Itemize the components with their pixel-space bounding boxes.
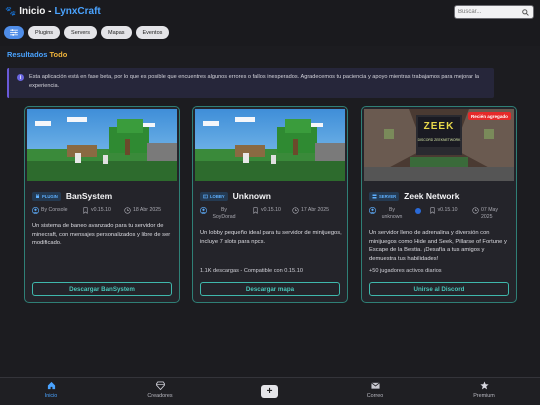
card-title: BanSystem: [65, 191, 113, 201]
title-prefix: Inicio -: [19, 6, 52, 17]
paw-icon: 🐾: [5, 6, 17, 16]
card-version: v0.15.10: [414, 207, 472, 214]
verified-icon: [414, 208, 421, 214]
chip-servers[interactable]: Servers: [64, 26, 97, 39]
card-unknown[interactable]: LOBBY Unknown By SoyDorad v0.15.10 17 Ab…: [192, 106, 348, 303]
card-meta: By unknown v0.15.10 07 May 2025: [369, 207, 509, 221]
card-description: Un sistema de baneo avanzado para tu ser…: [32, 223, 171, 246]
card-author: By unknown: [369, 207, 415, 221]
gem-icon: [155, 381, 165, 390]
plus-icon: +: [266, 386, 273, 397]
card-thumbnail: [195, 109, 345, 181]
app-title[interactable]: 🐾 Inicio - LynxCraft: [5, 6, 101, 17]
sign-subtext: DISCORD ZEEKNETWORK: [417, 138, 461, 142]
bookmark-icon: [83, 207, 88, 214]
card-author: By SoyDorad: [200, 207, 252, 221]
chip-plugins[interactable]: Plugins: [28, 26, 61, 39]
card-date: 18 Abr 2025: [124, 207, 161, 214]
filter-button[interactable]: [4, 26, 24, 39]
nav-inicio[interactable]: Inicio: [21, 381, 81, 399]
card-tag-label: SERVER: [379, 193, 397, 199]
download-map-button[interactable]: Descargar mapa: [200, 282, 340, 296]
plug-icon: [36, 193, 39, 198]
beta-notice: i Esta aplicación está en fase beta, por…: [7, 68, 494, 98]
new-badge: Recién agregado: [467, 112, 511, 120]
category-chips: Plugins Servers Mapas Eventos: [4, 26, 170, 39]
results-heading: Resultados Todo: [7, 50, 67, 59]
card-extra-info: 1.1K descargas - Compatible con 0.15.10: [200, 268, 303, 274]
card-title: Unknown: [232, 191, 271, 201]
card-description: Un lobby pequeño ideal para tu servidor …: [200, 230, 342, 245]
user-icon: [200, 207, 207, 214]
card-meta: By Console v0.15.10 18 Abr 2025: [32, 207, 172, 214]
download-bansystem-button[interactable]: Descargar BanSystem: [32, 282, 172, 296]
info-icon: i: [17, 74, 24, 81]
user-icon: [369, 207, 376, 214]
card-header: PLUGIN BanSystem: [32, 191, 112, 201]
user-icon: [32, 207, 39, 214]
nav-correo[interactable]: Correo: [345, 381, 405, 399]
bookmark-icon: [253, 207, 258, 214]
search-box[interactable]: [454, 5, 534, 19]
title-brand: LynxCraft: [54, 6, 101, 17]
add-button[interactable]: +: [261, 385, 278, 398]
chip-mapas[interactable]: Mapas: [101, 26, 132, 39]
card-tag: PLUGIN: [32, 191, 61, 201]
chip-eventos[interactable]: Eventos: [135, 26, 170, 39]
sliders-icon: [10, 29, 18, 36]
search-icon[interactable]: [519, 6, 531, 18]
card-version: v0.15.10: [252, 207, 292, 214]
card-meta: By SoyDorad v0.15.10 17 Abr 2025: [200, 207, 340, 221]
clock-icon: [292, 207, 299, 214]
card-thumbnail: ZEEK DISCORD ZEEKNETWORK Recién agregado: [364, 109, 514, 181]
results-filter: Todo: [49, 50, 68, 59]
star-icon: [479, 381, 489, 390]
card-date: 07 May 2025: [472, 207, 509, 221]
join-discord-button[interactable]: Unirse al Discord: [369, 282, 509, 296]
server-icon: [372, 194, 377, 198]
home-icon: [47, 381, 55, 390]
clock-icon: [472, 207, 479, 214]
card-date: 17 Abr 2025: [292, 207, 329, 214]
clock-icon: [124, 207, 131, 214]
bookmark-icon: [429, 207, 435, 214]
card-author: By Console: [32, 207, 82, 214]
search-input[interactable]: [455, 6, 519, 18]
card-bansystem[interactable]: PLUGIN BanSystem By Console v0.15.10 18 …: [24, 106, 180, 303]
nav-creadores[interactable]: Creadores: [130, 381, 190, 399]
bottom-nav: Inicio Creadores + Correo Premium: [0, 377, 540, 405]
card-thumbnail: [27, 109, 177, 181]
nav-premium[interactable]: Premium: [454, 381, 514, 399]
card-header: SERVER Zeek Network: [369, 191, 459, 201]
card-tag-label: LOBBY: [210, 193, 225, 199]
card-description: Un servidor lleno de adrenalina y divers…: [369, 230, 507, 262]
card-zeek-network[interactable]: ZEEK DISCORD ZEEKNETWORK Recién agregado…: [361, 106, 517, 303]
card-tag-label: PLUGIN: [42, 193, 58, 199]
sign-text: ZEEK: [423, 121, 455, 132]
card-title: Zeek Network: [404, 191, 460, 201]
map-icon: [203, 194, 208, 198]
notice-text: Esta aplicación está en fase beta, por l…: [29, 74, 479, 89]
mail-icon: [370, 382, 380, 389]
app-header: 🐾 Inicio - LynxCraft Plugins Servers Map…: [0, 0, 540, 46]
results-label: Resultados: [7, 50, 48, 59]
card-version: v0.15.10: [82, 207, 124, 214]
card-tag: SERVER: [369, 191, 400, 201]
card-extra-info: +50 jugadores activos diarios: [369, 268, 442, 274]
card-header: LOBBY Unknown: [200, 191, 271, 201]
card-tag: LOBBY: [200, 191, 228, 201]
